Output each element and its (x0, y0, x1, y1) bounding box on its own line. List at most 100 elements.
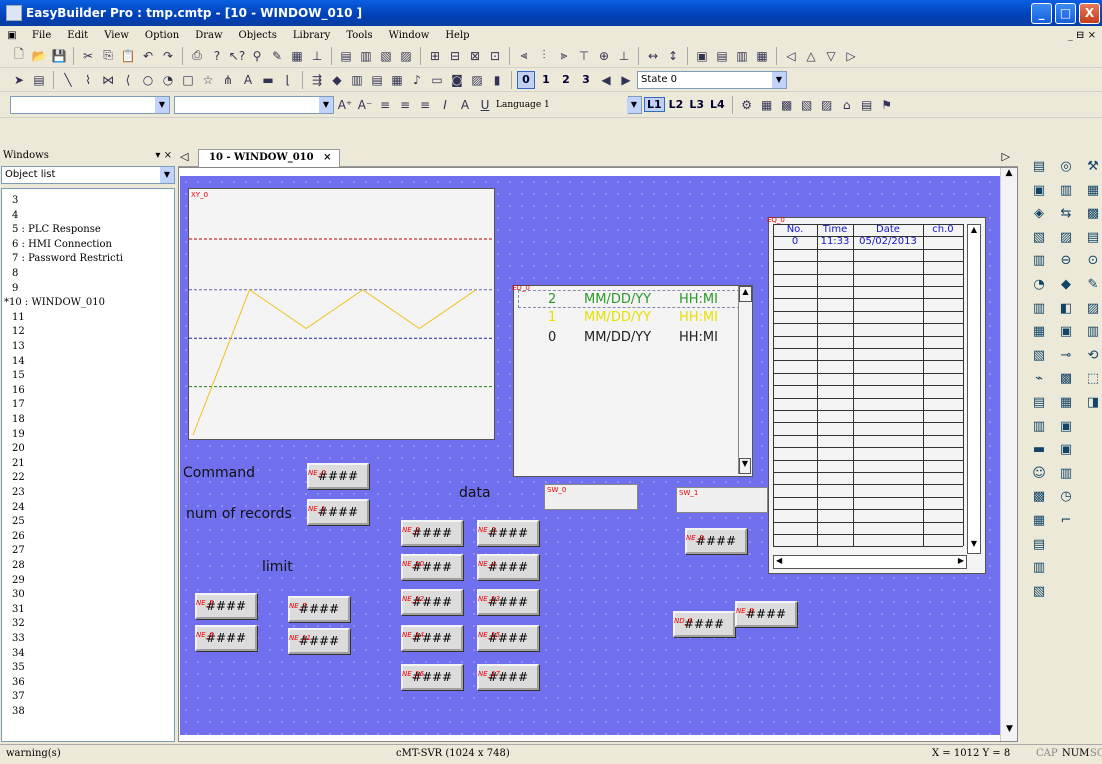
tab-scroll-left-icon[interactable]: ◁ (180, 150, 188, 163)
document-icon[interactable]: ▣ (0, 30, 24, 41)
mdi-controls[interactable]: _ ⊟ × (1068, 30, 1102, 41)
print-icon[interactable]: ⎙ (188, 47, 206, 65)
toolbox-object-icon[interactable]: ⬚ (1084, 370, 1102, 388)
line-icon[interactable]: ╲ (59, 71, 77, 89)
tool-icon[interactable]: ⌂ (838, 96, 856, 114)
star-icon[interactable]: ☆ (199, 71, 217, 89)
toolbox-object-icon[interactable]: ⟲ (1084, 347, 1102, 365)
toolbox-object-icon[interactable]: ⌐ (1057, 512, 1075, 530)
text-icon[interactable]: A (239, 71, 257, 89)
circle-icon[interactable]: ○ (139, 71, 157, 89)
toolbox-object-icon[interactable]: ▨ (1057, 229, 1075, 247)
redo-icon[interactable]: ↷ (159, 47, 177, 65)
object-icon[interactable]: ◆ (328, 71, 346, 89)
menu-edit[interactable]: Edit (59, 30, 96, 41)
toolbox-object-icon[interactable]: ⚒ (1084, 158, 1102, 176)
nudge-icon[interactable]: ▽ (822, 47, 840, 65)
toolbox-object-icon[interactable]: ▨ (1084, 300, 1102, 318)
underline-icon[interactable]: U (476, 96, 494, 114)
tool-icon[interactable]: ▦ (758, 96, 776, 114)
tree-item[interactable]: 4 (12, 210, 18, 221)
toolbox-object-icon[interactable]: ▤ (1030, 536, 1048, 554)
same-height-icon[interactable]: ↕ (664, 47, 682, 65)
toolbox-object-icon[interactable]: ▣ (1030, 182, 1048, 200)
scale-icon[interactable]: ⋔ (219, 71, 237, 89)
tree-item[interactable]: *10 : WINDOW_010 (4, 297, 105, 308)
toolbox-object-icon[interactable]: ▩ (1030, 488, 1048, 506)
state-digit-1[interactable]: 1 (537, 71, 555, 89)
tree-item[interactable]: 26 (12, 531, 25, 542)
switch-sw1[interactable]: SW_1 (676, 487, 768, 513)
toolbox-object-icon[interactable]: ▥ (1057, 182, 1075, 200)
rectangle-icon[interactable]: □ (179, 71, 197, 89)
toolbox-object-icon[interactable]: ◆ (1057, 276, 1075, 294)
toolbox-object-icon[interactable]: ▥ (1030, 418, 1048, 436)
monitor-icon[interactable]: ▭ (428, 71, 446, 89)
font-grow-icon[interactable]: A⁺ (336, 96, 354, 114)
numeric-input[interactable]: ND_0 #### (673, 611, 735, 637)
menu-window[interactable]: Window (381, 30, 438, 41)
numeric-input[interactable]: NE_6 #### (195, 625, 257, 651)
paste-icon[interactable]: 📋 (119, 47, 137, 65)
menu-library[interactable]: Library (285, 30, 338, 41)
numeric-input[interactable]: NE_15 #### (477, 625, 539, 651)
same-width-icon[interactable]: ↔ (644, 47, 662, 65)
pen-icon[interactable]: ✎ (268, 47, 286, 65)
scroll-up-icon[interactable]: ▲ (968, 225, 980, 239)
menu-tools[interactable]: Tools (338, 30, 380, 41)
tree-item[interactable]: 14 (12, 356, 25, 367)
align-left-text-icon[interactable]: ≡ (376, 96, 394, 114)
cut-icon[interactable]: ✂ (79, 47, 97, 65)
tree-item[interactable]: 32 (12, 618, 25, 629)
numeric-input[interactable]: NE_11 #### (288, 628, 350, 654)
tree-item[interactable]: 34 (12, 648, 25, 659)
history-scrollbar[interactable]: ▲ ▼ (738, 286, 752, 474)
layer-l3[interactable]: L3 (687, 98, 706, 111)
prev-state-icon[interactable]: ◀ (597, 71, 615, 89)
layout-icon[interactable]: ▤ (713, 47, 731, 65)
scroll-right-icon[interactable]: ▶ (958, 556, 964, 565)
tree-item[interactable]: 29 (12, 575, 25, 586)
bars-icon[interactable]: ▮ (488, 71, 506, 89)
find-icon[interactable]: ⚲ (248, 47, 266, 65)
font-color-icon[interactable]: A (456, 96, 474, 114)
new-icon[interactable]: 🗋 (10, 47, 28, 65)
numeric-input[interactable]: NE_5 #### (195, 593, 257, 619)
tool-icon[interactable]: ⚙ (738, 96, 756, 114)
canvas-vertical-scrollbar[interactable]: ▲ ▼ (1000, 168, 1017, 741)
font-shrink-icon[interactable]: A⁻ (356, 96, 374, 114)
numeric-input[interactable]: NE_7 #### (288, 596, 350, 622)
align-left-icon[interactable]: ⫷ (515, 47, 533, 65)
tree-item[interactable]: 25 (12, 516, 25, 527)
state-digit-3[interactable]: 3 (577, 71, 595, 89)
menu-draw[interactable]: Draw (187, 30, 230, 41)
toolbox-object-icon[interactable]: ▦ (1057, 394, 1075, 412)
tree-item[interactable]: 33 (12, 633, 25, 644)
context-help-icon[interactable]: ↖? (228, 47, 246, 65)
undo-icon[interactable]: ↶ (139, 47, 157, 65)
tree-item[interactable]: 6 : HMI Connection (12, 239, 112, 250)
align-right-icon[interactable]: ⫸ (555, 47, 573, 65)
tree-item[interactable]: 28 (12, 560, 25, 571)
layout-icon[interactable]: ▥ (733, 47, 751, 65)
toolbox-object-icon[interactable]: ◈ (1030, 205, 1048, 223)
toolbox-object-icon[interactable]: ▥ (1030, 559, 1048, 577)
align-icon[interactable]: ⊟ (446, 47, 464, 65)
trend-display[interactable]: XY_0 (188, 188, 495, 440)
toolbox-object-icon[interactable]: ▣ (1057, 418, 1075, 436)
numeric-input[interactable]: NE_17 #### (477, 664, 539, 690)
nudge-icon[interactable]: ◁ (782, 47, 800, 65)
toolbox-object-icon[interactable]: ▣ (1057, 441, 1075, 459)
table-icon[interactable]: ▦ (388, 71, 406, 89)
tree-item[interactable]: 17 (12, 399, 25, 410)
video-icon[interactable]: ◙ (448, 71, 466, 89)
numeric-input[interactable]: NE_2 #### (401, 520, 463, 546)
numeric-input[interactable]: NE_9 #### (735, 601, 797, 627)
pointer-icon[interactable]: ➤ (10, 71, 28, 89)
chart-icon[interactable]: ▥ (348, 71, 366, 89)
toolbox-object-icon[interactable]: ⌁ (1030, 370, 1048, 388)
toolbox-object-icon[interactable]: ▦ (1030, 512, 1048, 530)
align-center-text-icon[interactable]: ≡ (396, 96, 414, 114)
toolbox-object-icon[interactable]: ◎ (1057, 158, 1075, 176)
tree-item[interactable]: 7 : Password Restricti (12, 253, 123, 264)
